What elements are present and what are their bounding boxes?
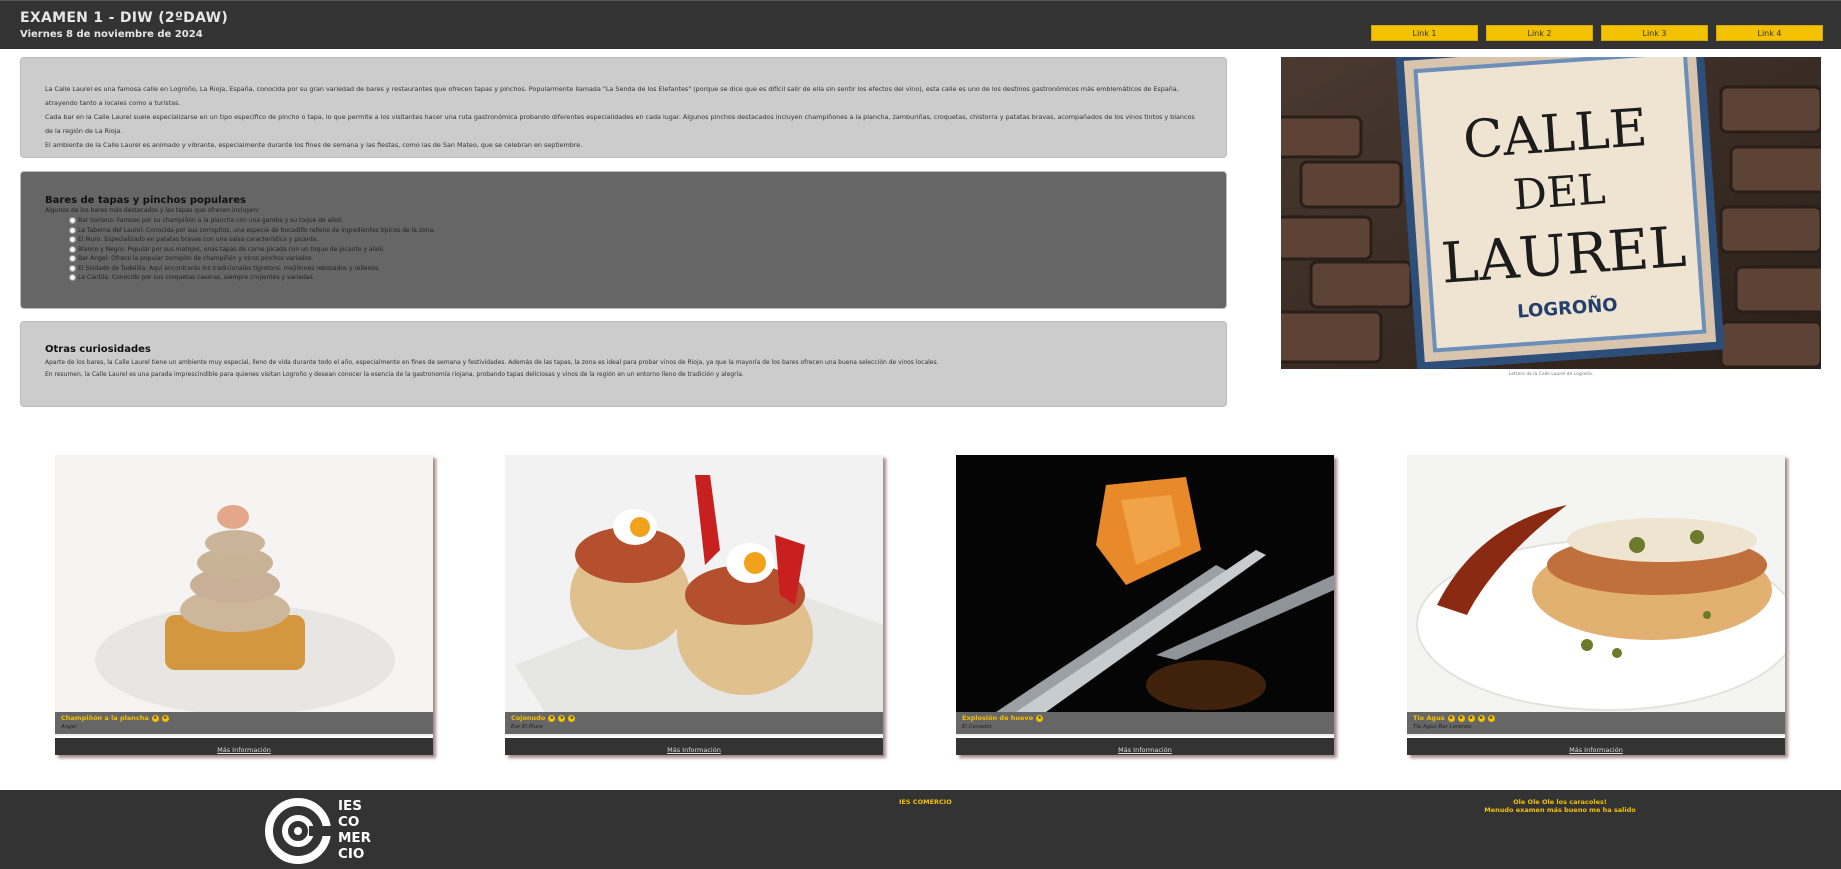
- footer-center-text: IES COMERCIO: [899, 798, 952, 806]
- calle-laurel-sign-image: CALLE DEL LAUREL LOGROÑO: [1281, 57, 1821, 369]
- card-info: Cojonudo ★ ★ ★ Bar El Muro: [505, 712, 883, 736]
- star-icon: ★: [558, 714, 566, 722]
- list-item: El Soldado de Tudelilla: Aquí encontrará…: [69, 264, 1202, 274]
- footer-right-text: Ole Ole Ole los caracoles! Menudo examen…: [1484, 798, 1636, 814]
- intro-section: La Calle Laurel es una famosa calle en L…: [20, 57, 1227, 158]
- sign-text: CALLE: [1461, 98, 1649, 171]
- list-item: Blanco y Negro: Popular por sus matojos,…: [69, 245, 1202, 255]
- tapa-image: [1407, 455, 1785, 712]
- bars-list: Bar Soriano: Famoso por su champiñón a l…: [45, 216, 1202, 283]
- card-info: Champiñón a la plancha ★ ★ Angel: [55, 712, 433, 736]
- tapa-card: Tío Agus ★ ★ ★ ★ ★ Tío Agus Bar Lorenzo …: [1407, 455, 1785, 755]
- star-icon: ★: [548, 714, 556, 722]
- tapa-card: Explosión de huevo ★ El Cenador Más Info…: [956, 455, 1334, 755]
- card-more-link-wrap: Más Información: [1407, 738, 1785, 755]
- nav-link-3[interactable]: Link 3: [1601, 25, 1708, 41]
- card-bar-name: Angel: [61, 724, 77, 730]
- curiosities-section: Otras curiosidades Aparte de los bares, …: [20, 321, 1227, 407]
- card-title: Cojonudo: [511, 714, 546, 722]
- more-info-link[interactable]: Más Información: [1569, 746, 1623, 754]
- site-header: EXAMEN 1 - DIW (2ºDAW) Viernes 8 de novi…: [0, 0, 1841, 49]
- list-item: Bar Soriano: Famoso por su champiñón a l…: [69, 216, 1202, 226]
- card-title-row: Tío Agus ★ ★ ★ ★ ★: [1413, 714, 1779, 722]
- list-item: El Muro: Especializado en patatas bravas…: [69, 235, 1202, 245]
- page-date: Viernes 8 de noviembre de 2024: [20, 29, 203, 40]
- star-icon: ★: [1036, 714, 1044, 722]
- more-info-link[interactable]: Más Información: [217, 746, 271, 754]
- top-nav: Link 1 Link 2 Link 3 Link 4: [1371, 25, 1823, 41]
- tapa-card: Champiñón a la plancha ★ ★ Angel Más Inf…: [55, 455, 433, 755]
- sign-text: DEL: [1512, 164, 1607, 219]
- intro-paragraph: El ambiente de la Calle Laurel es animad…: [45, 141, 583, 149]
- star-icon: ★: [1467, 714, 1475, 722]
- more-info-link[interactable]: Más Información: [667, 746, 721, 754]
- card-bar-name: El Cenador: [962, 724, 992, 730]
- card-more-link-wrap: Más Información: [55, 738, 433, 755]
- card-bar-name: Tío Agus Bar Lorenzo: [1413, 724, 1472, 730]
- card-title: Champiñón a la plancha: [61, 714, 149, 722]
- ies-comercio-logo: IES CO MER CIO: [265, 798, 375, 864]
- bullet-icon: [69, 274, 76, 282]
- list-item: Bar Ángel: Ofrece la popular zorropito d…: [69, 254, 1202, 264]
- nav-link-1[interactable]: Link 1: [1371, 25, 1478, 41]
- star-icon: ★: [161, 714, 169, 722]
- bars-heading: Bares de tapas y pinchos populares: [45, 195, 247, 206]
- tapa-image: [505, 455, 883, 712]
- bullet-icon: [69, 236, 76, 244]
- list-item: La Cantila: Conocido por sus croquetas c…: [69, 273, 1202, 283]
- intro-paragraph: Cada bar en la Calle Laurel suele especi…: [45, 113, 1195, 135]
- intro-paragraph: La Calle Laurel es una famosa calle en L…: [45, 85, 1179, 107]
- curiosities-paragraph: Aparte de los bares, la Calle Laurel tie…: [45, 359, 939, 366]
- bullet-icon: [69, 245, 76, 253]
- curiosities-heading: Otras curiosidades: [45, 344, 151, 355]
- card-title: Explosión de huevo: [962, 714, 1034, 722]
- star-icon: ★: [1477, 714, 1485, 722]
- star-icon: ★: [1447, 714, 1455, 722]
- list-item: La Taberna del Laurel: Conocida por sus …: [69, 226, 1202, 236]
- bars-intro: Algunos de los bares más destacados y la…: [45, 207, 260, 214]
- card-bar-name: Bar El Muro: [511, 724, 543, 730]
- more-info-link[interactable]: Más Información: [1118, 746, 1172, 754]
- card-title-row: Explosión de huevo ★: [962, 714, 1328, 722]
- star-icon: ★: [151, 714, 159, 722]
- card-title-row: Cojonudo ★ ★ ★: [511, 714, 877, 722]
- star-icon: ★: [1457, 714, 1465, 722]
- curiosities-paragraph: En resumen, la Calle Laurel es una parad…: [45, 370, 744, 378]
- bullet-icon: [69, 264, 76, 272]
- bullet-icon: [69, 226, 76, 234]
- card-info: Tío Agus ★ ★ ★ ★ ★ Tío Agus Bar Lorenzo: [1407, 712, 1785, 736]
- tapa-image: [956, 455, 1334, 712]
- bars-section: Bares de tapas y pinchos populares Algun…: [20, 171, 1227, 309]
- star-icon: ★: [568, 714, 576, 722]
- card-info: Explosión de huevo ★ El Cenador: [956, 712, 1334, 736]
- card-title: Tío Agus: [1413, 714, 1445, 722]
- card-title-row: Champiñón a la plancha ★ ★: [61, 714, 427, 722]
- card-more-link-wrap: Más Información: [956, 738, 1334, 755]
- nav-link-4[interactable]: Link 4: [1716, 25, 1823, 41]
- tapa-card: Cojonudo ★ ★ ★ Bar El Muro Más Informaci…: [505, 455, 883, 755]
- bullet-icon: [69, 217, 76, 225]
- page-title: EXAMEN 1 - DIW (2ºDAW): [20, 10, 229, 26]
- nav-link-2[interactable]: Link 2: [1486, 25, 1593, 41]
- bullet-icon: [69, 255, 76, 263]
- site-footer: IES CO MER CIO IES COMERCIO Ole Ole Ole …: [0, 790, 1841, 869]
- star-icon: ★: [1487, 714, 1495, 722]
- tapa-image: [55, 455, 433, 712]
- logo-text: IES CO MER CIO: [338, 798, 372, 862]
- card-more-link-wrap: Más Información: [505, 738, 883, 755]
- hero-caption: Letrero de la Calle Laurel de Logroño.: [1508, 372, 1594, 377]
